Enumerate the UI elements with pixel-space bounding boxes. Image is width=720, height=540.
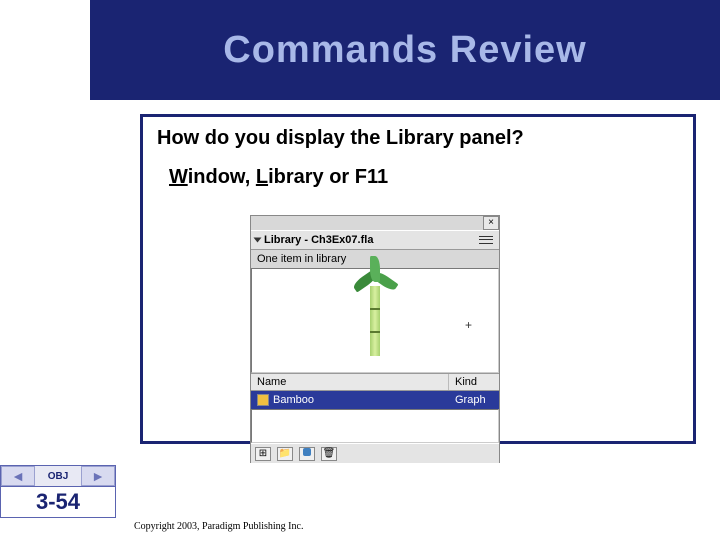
panel-menu-icon[interactable] [477,233,495,247]
library-panel: × Library - Ch3Ex07.fla One item in libr… [250,215,500,463]
item-name: Bamboo [273,394,314,406]
symbol-icon [257,394,269,406]
bamboo-graphic [370,286,380,356]
panel-list-area [251,409,499,443]
panel-title-bar[interactable]: Library - Ch3Ex07.fla [251,230,499,250]
collapse-icon[interactable] [254,238,262,243]
registration-cross-icon: + [465,318,472,332]
item-kind: Graph [449,391,499,409]
panel-close-button[interactable]: × [483,216,499,230]
nav-next-button[interactable]: ► [81,466,115,486]
delete-button[interactable]: 🗑 [321,447,337,461]
slide-title: Commands Review [90,0,720,100]
slide-title-band: Commands Review [90,0,720,100]
obj-label[interactable]: OBJ [35,471,81,482]
header-kind[interactable]: Kind [449,374,499,390]
header-name[interactable]: Name [251,374,449,390]
panel-title-text: Library - Ch3Ex07.fla [264,234,373,246]
library-item-row[interactable]: Bamboo Graph [251,391,499,409]
footer-nav: ◄ OBJ ► 3-54 [0,465,116,518]
nav-prev-button[interactable]: ◄ [1,466,35,486]
panel-column-headers[interactable]: Name Kind [251,373,499,391]
panel-preview-area: + [251,268,499,373]
panel-toolbar: ⊞ 📁 🗑 [251,443,499,463]
answer-text: Window, Library or F11 [169,166,693,189]
copyright-text: Copyright 2003, Paradigm Publishing Inc. [134,521,303,532]
properties-button[interactable] [299,447,315,461]
new-folder-button[interactable]: 📁 [277,447,293,461]
new-symbol-button[interactable]: ⊞ [255,447,271,461]
page-number: 3-54 [0,487,116,518]
question-text: How do you display the Library panel? [157,127,679,150]
